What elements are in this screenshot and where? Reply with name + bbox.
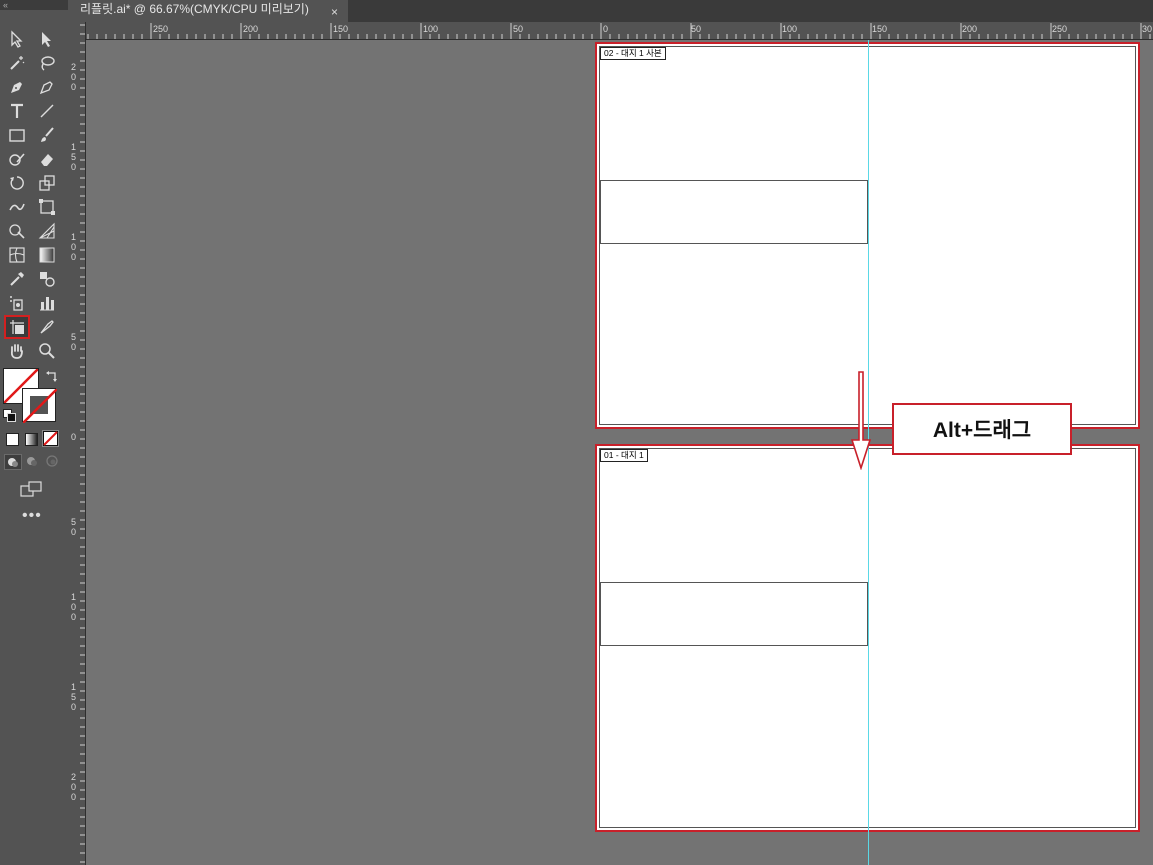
- ruler-label: 150: [333, 24, 349, 34]
- ruler-label: 100: [423, 24, 439, 34]
- shaper-tool-icon[interactable]: [6, 149, 28, 169]
- ruler-label: 30: [1142, 24, 1153, 34]
- draw-normal-icon[interactable]: [4, 454, 22, 470]
- type-tool-icon[interactable]: [6, 101, 28, 121]
- ruler-label: 150: [872, 24, 888, 34]
- lasso-tool-icon[interactable]: [36, 53, 58, 73]
- draw-behind-icon[interactable]: [24, 454, 42, 470]
- panel-collapse-grip[interactable]: «: [0, 0, 68, 10]
- rectangle-tool-icon[interactable]: [6, 125, 28, 145]
- ruler-label: 1 0 0: [71, 232, 77, 262]
- warp-tool-icon[interactable]: [6, 197, 28, 217]
- document-tab-title: 리플릿.ai* @ 66.67%(CMYK/CPU 미리보기): [80, 2, 309, 16]
- screen-mode-icon[interactable]: [20, 480, 44, 498]
- free-transform-tool-icon[interactable]: [36, 197, 58, 217]
- ruler-label: 200: [243, 24, 259, 34]
- zoom-tool-icon[interactable]: [36, 341, 58, 361]
- alt-drag-callout: Alt+드래그: [892, 403, 1072, 455]
- none-mode-button[interactable]: [42, 430, 59, 447]
- direct-selection-tool-icon[interactable]: [36, 29, 58, 49]
- ruler-label: 250: [1052, 24, 1068, 34]
- text-frame-rectangle[interactable]: [600, 582, 868, 646]
- ruler-label: 5 0: [71, 517, 77, 537]
- artboard-label[interactable]: 02 - 대지 1 사본: [600, 47, 666, 60]
- blend-tool-icon[interactable]: [36, 269, 58, 289]
- draw-inside-icon[interactable]: [44, 454, 62, 470]
- perspective-grid-tool-icon[interactable]: [36, 221, 58, 241]
- column-graph-tool-icon[interactable]: [36, 293, 58, 313]
- document-tab[interactable]: 리플릿.ai* @ 66.67%(CMYK/CPU 미리보기) ×: [68, 0, 348, 22]
- slice-tool-icon[interactable]: [36, 317, 58, 337]
- artboard-label[interactable]: 01 - 대지 1: [600, 449, 648, 462]
- mesh-tool-icon[interactable]: [6, 245, 28, 265]
- drag-down-arrow-icon: [850, 371, 872, 470]
- paintbrush-tool-icon[interactable]: [36, 125, 58, 145]
- eraser-tool-icon[interactable]: [36, 149, 58, 169]
- ruler-label: 50: [691, 24, 702, 34]
- ruler-label: 2 0 0: [71, 772, 77, 802]
- vertical-ruler[interactable]: 2 0 0 1 5 0 1 0 0 5 0 0 5 0 1 0 0 1 5 0 2 0 0: [68, 22, 86, 865]
- ruler-label: 5 0: [71, 332, 77, 352]
- edit-toolbar-icon[interactable]: •••: [22, 508, 44, 525]
- ruler-label: 2 0 0: [71, 62, 77, 92]
- ruler-label: 50: [513, 24, 524, 34]
- symbol-sprayer-tool-icon[interactable]: [6, 293, 28, 313]
- ruler-label: 200: [962, 24, 978, 34]
- line-tool-icon[interactable]: [36, 101, 58, 121]
- text-frame-rectangle[interactable]: [600, 180, 868, 244]
- swap-fill-stroke-icon[interactable]: [45, 369, 59, 383]
- ruler-label: 1 5 0: [71, 142, 77, 172]
- default-fill-stroke-icon[interactable]: [3, 409, 16, 422]
- gradient-mode-button[interactable]: [25, 433, 38, 446]
- curvature-tool-icon[interactable]: [36, 77, 58, 97]
- artboard-tool-icon[interactable]: [4, 315, 30, 339]
- scale-tool-icon[interactable]: [36, 173, 58, 193]
- stroke-swatch[interactable]: [22, 388, 57, 423]
- shape-builder-tool-icon[interactable]: [6, 221, 28, 241]
- color-mode-button[interactable]: [6, 433, 19, 446]
- canvas[interactable]: 02 - 대지 1 사본 01 - 대지 1 Alt+드래그: [86, 40, 1153, 865]
- ruler-label: 1 5 0: [71, 682, 77, 712]
- tools-panel: « •••: [0, 0, 69, 865]
- ruler-label: 0: [603, 24, 609, 34]
- ruler-label: 1 0 0: [71, 592, 77, 622]
- magic-wand-tool-icon[interactable]: [6, 53, 28, 73]
- ruler-label: 100: [782, 24, 798, 34]
- ruler-label: 0: [71, 432, 77, 442]
- pen-tool-icon[interactable]: [6, 77, 28, 97]
- gradient-tool-icon[interactable]: [36, 245, 58, 265]
- hand-tool-icon[interactable]: [6, 341, 28, 361]
- document-tab-bar: 리플릿.ai* @ 66.67%(CMYK/CPU 미리보기) ×: [68, 0, 1153, 22]
- eyedropper-tool-icon[interactable]: [6, 269, 28, 289]
- close-tab-icon[interactable]: ×: [331, 3, 338, 21]
- selection-tool-icon[interactable]: [6, 29, 28, 49]
- horizontal-ruler[interactable]: 250 200 150 100 50 0 50 100 150 200 250 30: [86, 22, 1153, 40]
- ruler-label: 250: [153, 24, 169, 34]
- rotate-tool-icon[interactable]: [6, 173, 28, 193]
